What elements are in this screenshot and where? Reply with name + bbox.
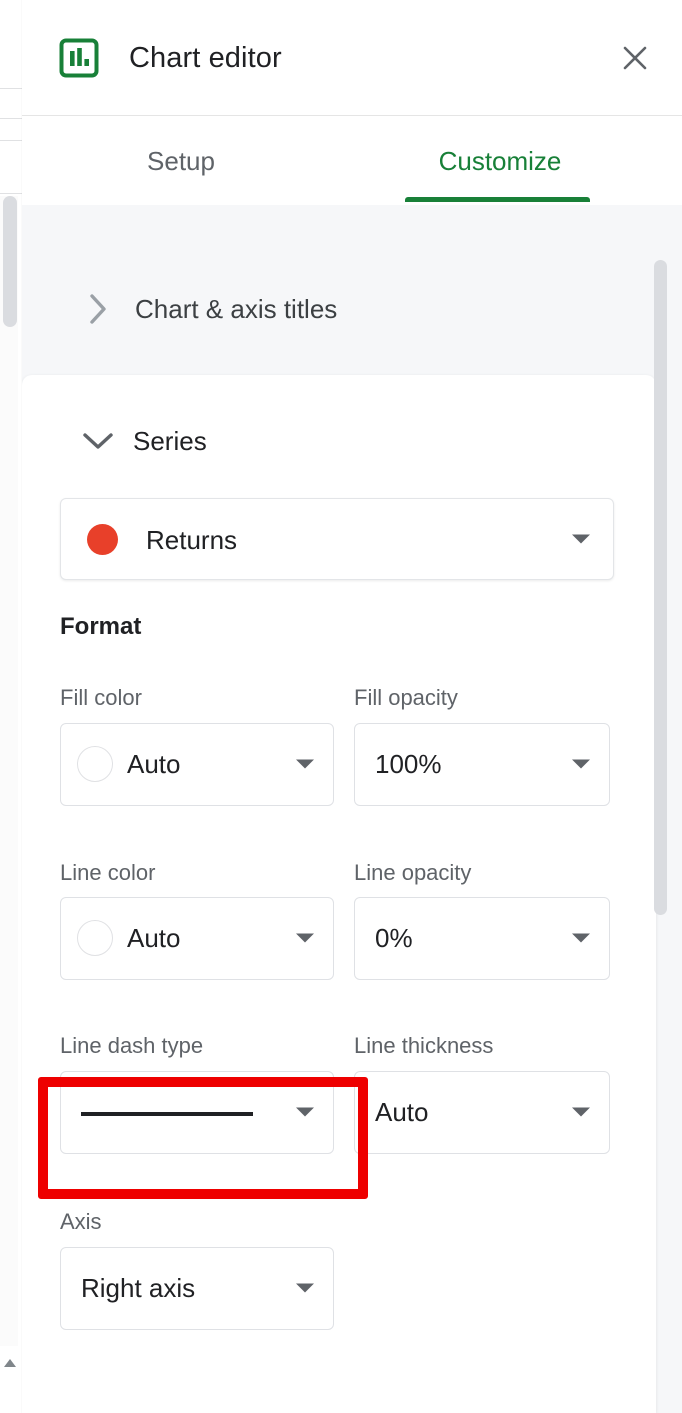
panel-header: Chart editor <box>22 0 682 116</box>
line-dash-type-dropdown[interactable] <box>60 1071 334 1154</box>
line-dash-type-label: Line dash type <box>60 1033 204 1058</box>
line-color-swatch <box>77 920 113 956</box>
line-color-dropdown[interactable]: Auto <box>60 897 334 980</box>
spreadsheet-gridline <box>0 140 22 141</box>
axis-dropdown[interactable]: Right axis <box>60 1247 334 1330</box>
axis-label: Axis <box>60 1209 102 1234</box>
active-tab-indicator <box>405 197 590 202</box>
bar-chart-icon <box>59 38 99 78</box>
chevron-down-icon <box>295 1281 315 1299</box>
line-thickness-label: Line thickness <box>354 1033 494 1058</box>
spreadsheet-scrollbar-track[interactable] <box>0 196 18 1346</box>
spreadsheet-background <box>0 0 22 1413</box>
spreadsheet-gridline <box>0 193 22 194</box>
chart-editor-panel: Chart editor Setup Customize Chart & axi… <box>22 0 682 1413</box>
tab-setup[interactable]: Setup <box>44 117 318 205</box>
series-selector-dropdown[interactable]: Returns <box>60 498 614 580</box>
section-chart-and-axis-titles[interactable]: Chart & axis titles <box>22 205 656 375</box>
chevron-down-icon <box>571 931 591 949</box>
line-opacity-dropdown[interactable]: 0% <box>354 897 610 980</box>
chevron-down-icon <box>571 532 591 550</box>
chevron-down-icon <box>295 931 315 949</box>
panel-scrollbar-thumb[interactable] <box>654 260 667 915</box>
scroll-up-arrow-icon[interactable] <box>0 1352 20 1374</box>
fill-opacity-dropdown[interactable]: 100% <box>354 723 610 806</box>
fill-color-value: Auto <box>127 749 181 779</box>
line-opacity-value: 0% <box>375 923 413 953</box>
spreadsheet-gridline <box>0 88 22 89</box>
chevron-down-icon <box>571 1105 591 1123</box>
fill-color-dropdown[interactable]: Auto <box>60 723 334 806</box>
fill-opacity-label: Fill opacity <box>354 685 458 710</box>
series-color-swatch <box>87 524 118 555</box>
format-heading: Format <box>60 613 142 640</box>
series-selector-value: Returns <box>146 525 238 555</box>
section-label[interactable]: Series <box>133 423 207 459</box>
tab-bar: Setup Customize <box>22 117 682 205</box>
spreadsheet-gridline <box>0 118 22 119</box>
chevron-down-icon <box>295 757 315 775</box>
line-color-label: Line color <box>60 860 156 885</box>
fill-color-swatch <box>77 746 113 782</box>
chevron-down-icon <box>571 757 591 775</box>
line-color-value: Auto <box>127 923 181 953</box>
panel-body: Chart & axis titles Series Returns Forma… <box>22 205 682 1413</box>
section-label: Chart & axis titles <box>135 294 338 324</box>
chevron-right-icon <box>80 291 116 327</box>
solid-line-icon <box>81 1112 253 1116</box>
line-thickness-value: Auto <box>375 1097 429 1127</box>
tab-customize[interactable]: Customize <box>318 117 682 205</box>
axis-value: Right axis <box>81 1273 196 1303</box>
fill-color-label: Fill color <box>60 685 142 710</box>
page-title: Chart editor <box>129 42 282 74</box>
section-series: Series Returns Format Fill color Auto Fi… <box>22 375 656 1413</box>
line-opacity-label: Line opacity <box>354 860 472 885</box>
close-icon[interactable] <box>609 32 661 84</box>
chevron-down-icon <box>295 1105 315 1123</box>
fill-opacity-value: 100% <box>375 749 442 779</box>
chevron-down-icon[interactable] <box>80 423 116 459</box>
spreadsheet-scrollbar-thumb[interactable] <box>3 196 17 327</box>
line-thickness-dropdown[interactable]: Auto <box>354 1071 610 1154</box>
